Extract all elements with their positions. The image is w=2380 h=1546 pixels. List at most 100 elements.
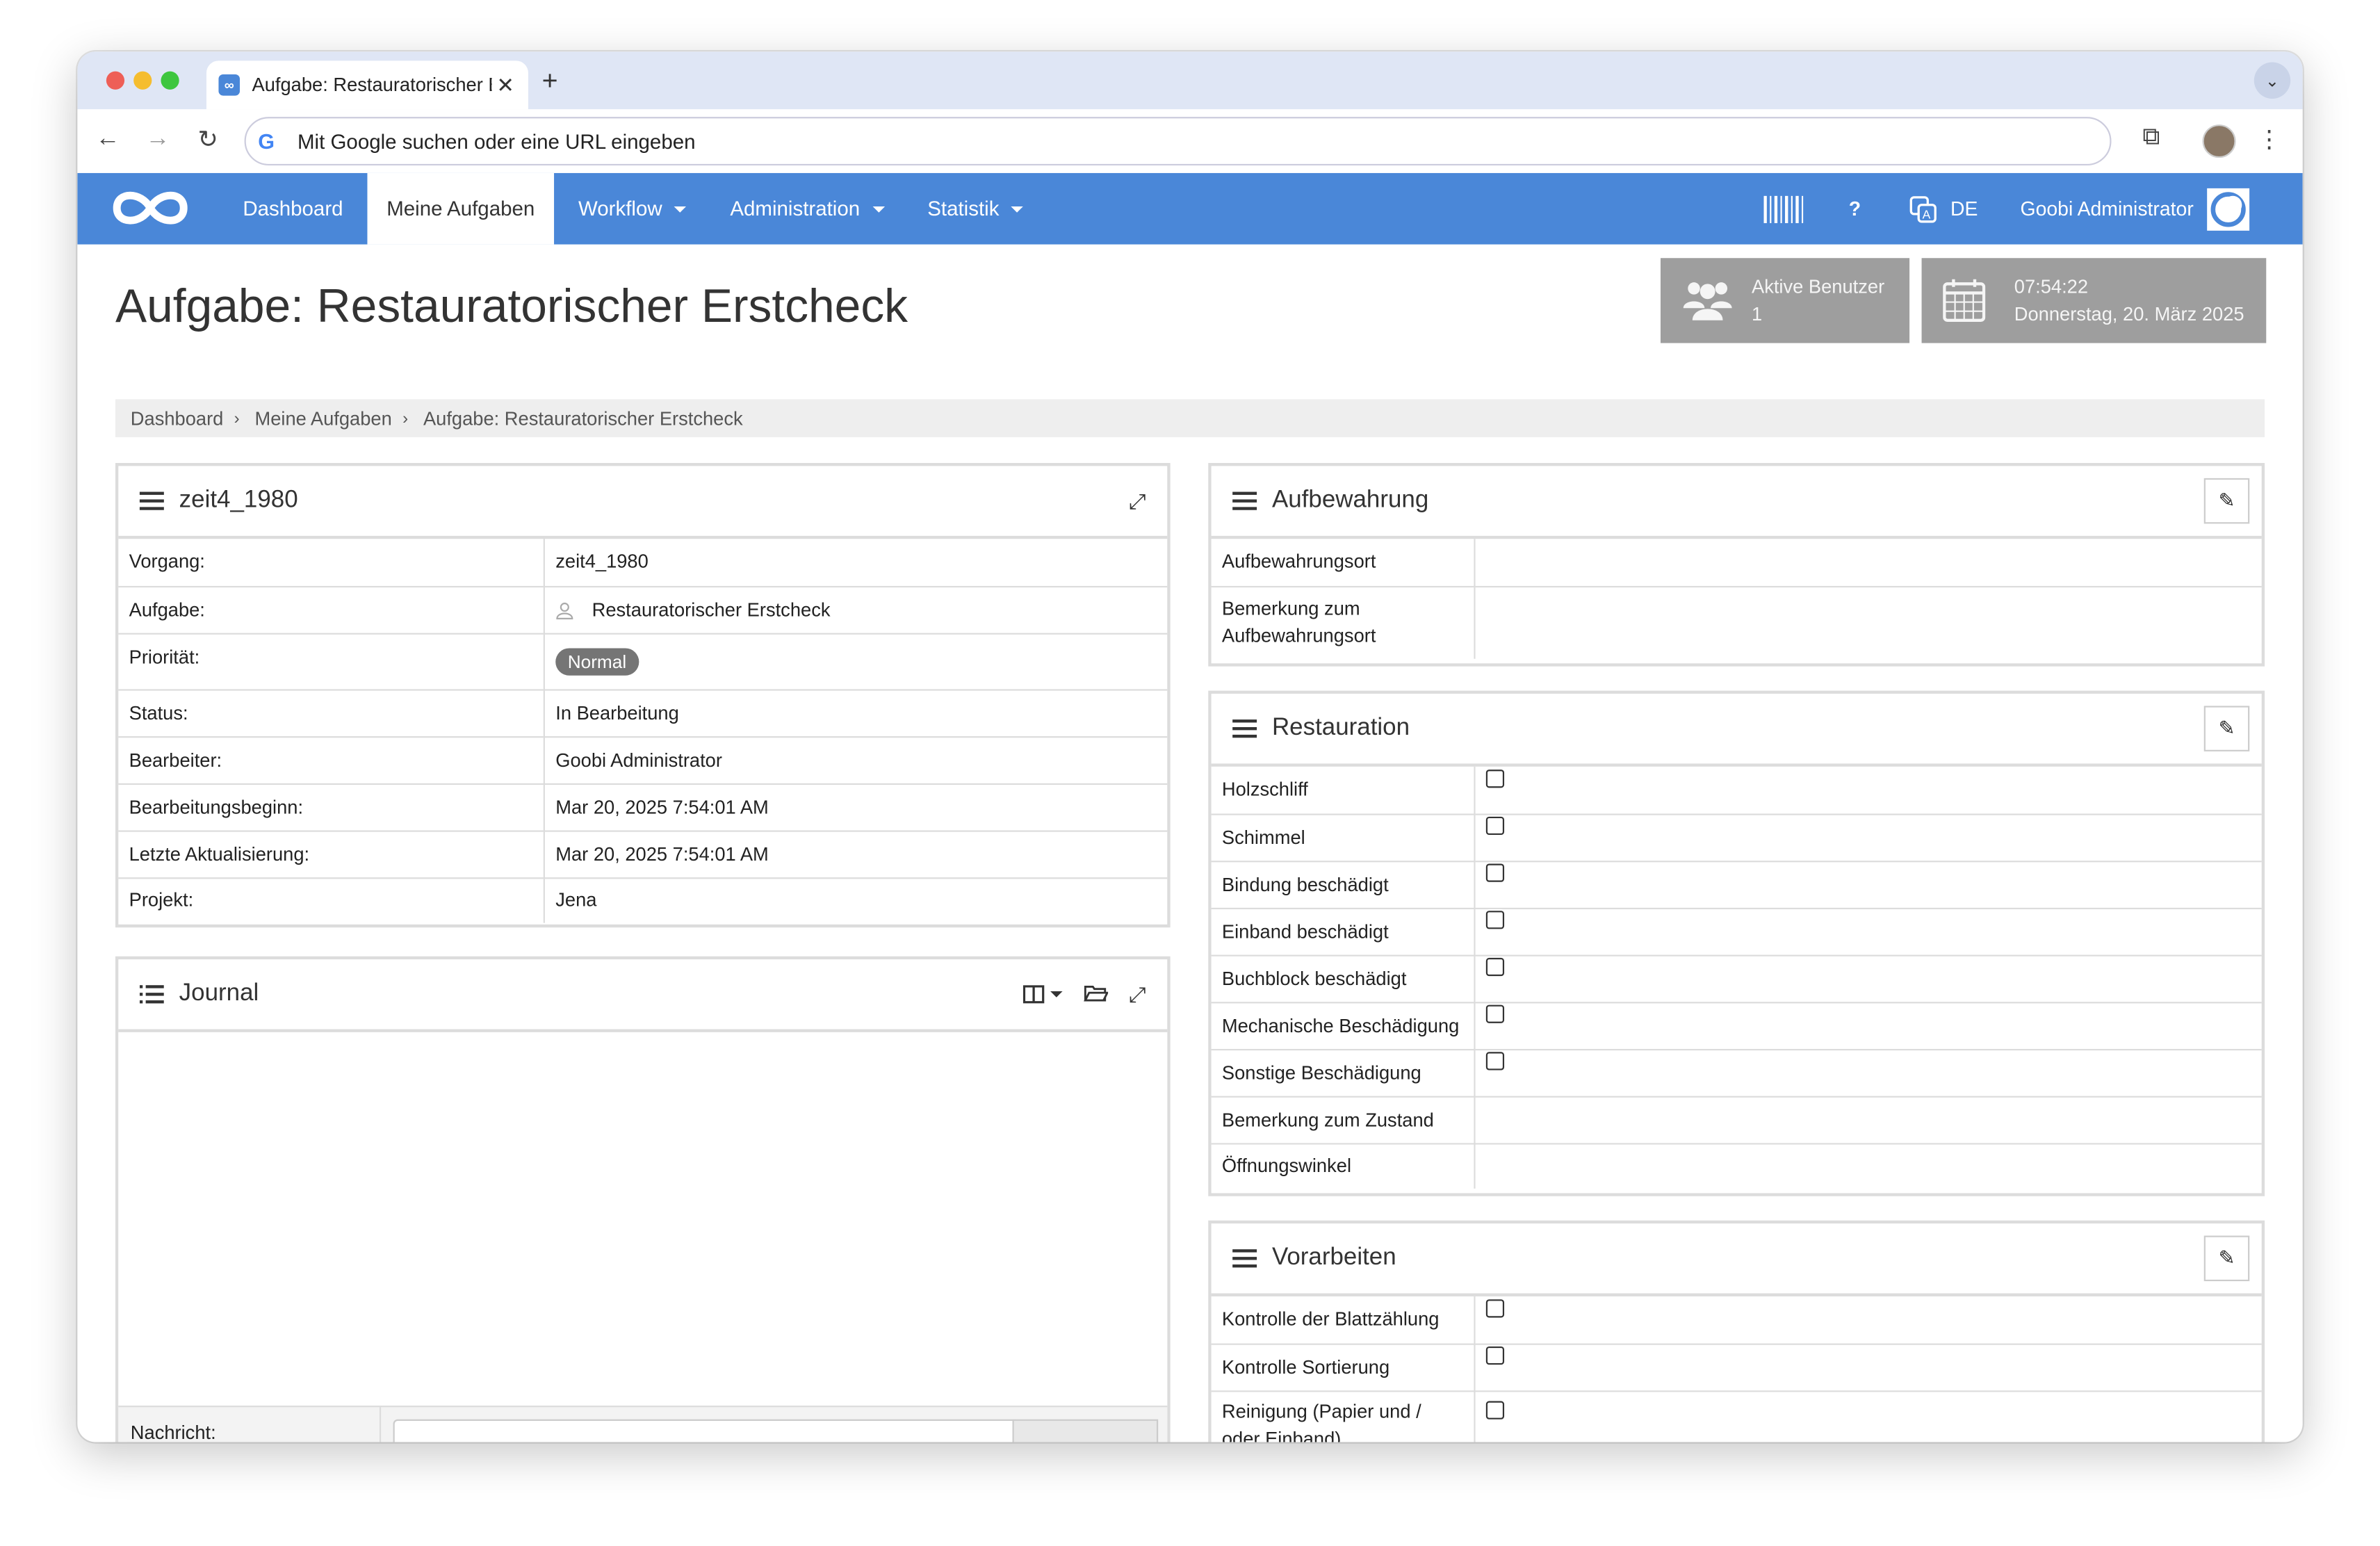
nav-workflow[interactable]: Workflow xyxy=(578,173,687,245)
pencil-icon: ✎ xyxy=(2218,1246,2235,1269)
barcode-icon[interactable] xyxy=(1763,173,1804,245)
table-row: Priorität: Normal xyxy=(118,633,1168,690)
edit-restauration-button[interactable]: ✎ xyxy=(2203,706,2250,751)
table-row: Holzschliff xyxy=(1211,766,2262,815)
sonstige-checkbox[interactable] xyxy=(1485,1052,1505,1071)
row-value xyxy=(1474,539,2262,587)
row-value: Goobi Administrator xyxy=(544,736,1168,784)
row-key: Vorgang: xyxy=(118,539,545,587)
message-label-cell: Nachricht: xyxy=(118,1407,382,1442)
nav-meine-aufgaben[interactable]: Meine Aufgaben xyxy=(367,172,555,245)
table-row: Projekt: Jena xyxy=(118,877,1167,923)
expand-icon[interactable]: ⤢ xyxy=(1129,488,1146,514)
table-row: Einband beschädigt xyxy=(1211,907,2262,956)
user-avatar-icon xyxy=(2207,187,2250,230)
table-row: Reinigung (Papier und / oder Einband) xyxy=(1211,1390,2262,1442)
row-key: Bearbeitungsbeginn: xyxy=(118,783,545,831)
tab-search-icon[interactable]: ⌄ xyxy=(2253,62,2291,99)
nav-statistik[interactable]: Statistik xyxy=(927,173,1024,245)
maximize-window-button[interactable] xyxy=(161,71,179,90)
address-bar[interactable]: G Mit Google suchen oder eine URL eingeb… xyxy=(244,117,2112,166)
chevron-right-icon: › xyxy=(234,409,240,428)
breadcrumb-dashboard[interactable]: Dashboard xyxy=(131,407,224,429)
active-users-label: Aktive Benutzer xyxy=(1751,276,1885,298)
extensions-icon[interactable]: ⧉ xyxy=(2142,124,2160,152)
row-value-cell xyxy=(1474,1343,2262,1392)
row-value: Mar 20, 2025 7:54:01 AM xyxy=(544,830,1168,879)
row-key: Holzschliff xyxy=(1211,766,1476,815)
close-tab-icon[interactable]: ✕ xyxy=(492,72,519,98)
user-menu[interactable]: Goobi Administrator xyxy=(2021,173,2250,245)
language-switcher[interactable]: A DE xyxy=(1909,173,1978,245)
browser-window: ∞ Aufgabe: Restauratorischer Erstcheck ✕… xyxy=(77,51,2303,1442)
current-time: 07:54:22 xyxy=(2014,276,2089,298)
edit-vorarbeiten-button[interactable]: ✎ xyxy=(2203,1235,2250,1282)
user-outline-icon xyxy=(556,603,573,620)
buchblock-checkbox[interactable] xyxy=(1485,957,1505,977)
expand-icon[interactable]: ⤢ xyxy=(1129,982,1146,1007)
back-icon[interactable]: ← xyxy=(90,122,126,158)
profile-avatar[interactable] xyxy=(2202,124,2236,158)
nav-administration-label: Administration xyxy=(730,197,861,220)
nav-dashboard-label: Dashboard xyxy=(243,197,343,220)
restauration-panel: Restauration ✎ Holzschliff Schimmel Bind… xyxy=(1208,690,2265,1196)
breadcrumb-meine-aufgaben[interactable]: Meine Aufgaben xyxy=(254,407,391,429)
close-window-button[interactable] xyxy=(106,71,125,90)
reinigung-checkbox[interactable] xyxy=(1485,1400,1505,1419)
sortierung-checkbox[interactable] xyxy=(1485,1346,1505,1365)
table-row: Buchblock beschädigt xyxy=(1211,954,2262,1003)
pencil-icon: ✎ xyxy=(2218,489,2235,512)
forward-icon[interactable]: → xyxy=(140,122,176,158)
row-value: Mar 20, 2025 7:54:01 AM xyxy=(544,783,1168,831)
bindung-checkbox[interactable] xyxy=(1485,863,1505,882)
chevron-right-icon: › xyxy=(402,409,409,428)
browser-menu-icon[interactable]: ⋮ xyxy=(2257,124,2281,155)
table-row: Sonstige Beschädigung xyxy=(1211,1048,2262,1097)
row-key: Aufbewahrungsort xyxy=(1211,539,1476,587)
restauration-table: Holzschliff Schimmel Bindung beschädigt … xyxy=(1211,766,2262,1189)
nav-dashboard[interactable]: Dashboard xyxy=(223,173,363,245)
row-value-cell xyxy=(1474,1002,2262,1050)
einband-checkbox[interactable] xyxy=(1485,911,1505,929)
table-row: Bearbeitungsbeginn: Mar 20, 2025 7:54:01… xyxy=(118,783,1168,831)
list-icon xyxy=(1232,1249,1257,1268)
datetime-box: 07:54:22 Donnerstag, 20. März 2025 xyxy=(1921,258,2267,343)
row-value-cell: Restauratorischer Erstcheck xyxy=(544,585,1168,634)
app-navbar: Dashboard Meine Aufgaben Workflow Admini… xyxy=(77,172,2303,245)
folder-open-icon[interactable] xyxy=(1083,982,1109,1007)
minimize-window-button[interactable] xyxy=(133,71,152,90)
list-icon xyxy=(1232,491,1257,510)
table-row: Schimmel xyxy=(1211,813,2262,862)
edit-aufbewahrung-button[interactable]: ✎ xyxy=(2203,478,2250,524)
row-key: Letzte Aktualisierung: xyxy=(118,830,545,879)
message-input[interactable] xyxy=(393,1419,1016,1442)
help-icon[interactable]: ? xyxy=(1849,173,1861,245)
columns-icon[interactable] xyxy=(1022,985,1063,1004)
tab-strip: ∞ Aufgabe: Restauratorischer Erstcheck ✕… xyxy=(77,51,2303,110)
list-icon xyxy=(139,491,164,510)
caret-down-icon xyxy=(1011,205,1024,212)
browser-tab[interactable]: ∞ Aufgabe: Restauratorischer Erstcheck ✕ xyxy=(206,60,528,110)
blattzaehlung-checkbox[interactable] xyxy=(1485,1299,1505,1317)
mechanische-checkbox[interactable] xyxy=(1485,1004,1505,1023)
user-name: Goobi Administrator xyxy=(2020,197,2194,220)
send-message-button[interactable] xyxy=(1012,1419,1159,1442)
journal-message-row: Nachricht: xyxy=(118,1406,1168,1442)
current-date: Donnerstag, 20. März 2025 xyxy=(2014,303,2244,325)
page-title: Aufgabe: Restauratorischer Erstcheck xyxy=(115,279,908,333)
row-key: Bearbeiter: xyxy=(118,736,545,784)
row-value: Jena xyxy=(555,890,597,911)
schimmel-checkbox[interactable] xyxy=(1485,816,1505,836)
holzschliff-checkbox[interactable] xyxy=(1485,769,1505,788)
vorarbeiten-panel: Vorarbeiten ✎ Kontrolle der Blattzählung… xyxy=(1208,1220,2265,1442)
row-value-cell xyxy=(1474,1390,2261,1442)
caret-down-icon xyxy=(674,205,687,212)
new-tab-icon[interactable]: + xyxy=(542,65,558,97)
reload-icon[interactable]: ↻ xyxy=(190,122,226,158)
table-row: Letzte Aktualisierung: Mar 20, 2025 7:54… xyxy=(118,830,1168,879)
vorarbeiten-table: Kontrolle der Blattzählung Kontrolle Sor… xyxy=(1211,1296,2262,1442)
row-value: zeit4_1980 xyxy=(544,539,1168,587)
goobi-logo-icon[interactable] xyxy=(108,182,193,234)
nav-administration[interactable]: Administration xyxy=(730,173,885,245)
nav-meine-aufgaben-label: Meine Aufgaben xyxy=(386,197,535,220)
